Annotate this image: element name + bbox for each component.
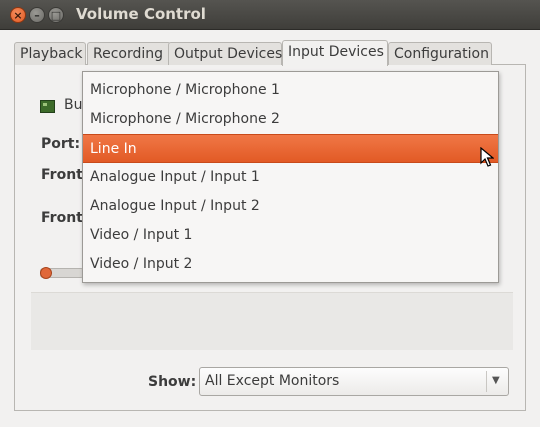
combo-separator <box>486 371 487 392</box>
tab-output-devices[interactable]: Output Devices <box>168 42 282 65</box>
maximize-window-button[interactable]: □ <box>48 7 64 23</box>
show-filter-label: Show: <box>148 374 197 390</box>
port-option[interactable]: Analogue Input / Input 2 <box>83 192 498 221</box>
port-option[interactable]: Microphone / Microphone 1 <box>83 76 498 105</box>
port-option-selected[interactable]: Line In <box>83 134 498 163</box>
volume-slider-knob[interactable] <box>40 267 52 279</box>
port-option[interactable]: Video / Input 2 <box>83 250 498 279</box>
device-name-label: Bu <box>64 97 83 113</box>
chevron-down-icon: ▼ <box>492 375 500 386</box>
title-bar: × – □ Volume Control <box>0 0 540 30</box>
close-window-button[interactable]: × <box>10 7 26 23</box>
tab-playback[interactable]: Playback <box>14 42 86 65</box>
tab-recording[interactable]: Recording <box>87 42 171 65</box>
port-option[interactable]: Microphone / Microphone 2 <box>83 105 498 134</box>
window-title: Volume Control <box>76 5 206 23</box>
sound-card-icon <box>40 100 55 113</box>
tab-configuration[interactable]: Configuration <box>388 42 492 65</box>
port-dropdown-menu: Microphone / Microphone 1 Microphone / M… <box>82 71 499 283</box>
front-channel-label-1: Front <box>41 167 83 183</box>
show-filter-value: All Except Monitors <box>205 373 340 389</box>
show-filter-combo[interactable]: All Except Monitors ▼ <box>199 367 509 396</box>
front-channel-label-2: Front <box>41 210 83 226</box>
volume-control-window: × – □ Volume Control Playback Recording … <box>0 0 540 427</box>
minimize-window-button[interactable]: – <box>29 7 45 23</box>
meter-area <box>31 292 513 350</box>
tab-input-devices[interactable]: Input Devices <box>282 40 388 66</box>
mouse-pointer-icon <box>480 147 494 167</box>
port-option[interactable]: Video / Input 1 <box>83 221 498 250</box>
port-label: Port: <box>41 136 81 152</box>
port-option[interactable]: Analogue Input / Input 1 <box>83 163 498 192</box>
